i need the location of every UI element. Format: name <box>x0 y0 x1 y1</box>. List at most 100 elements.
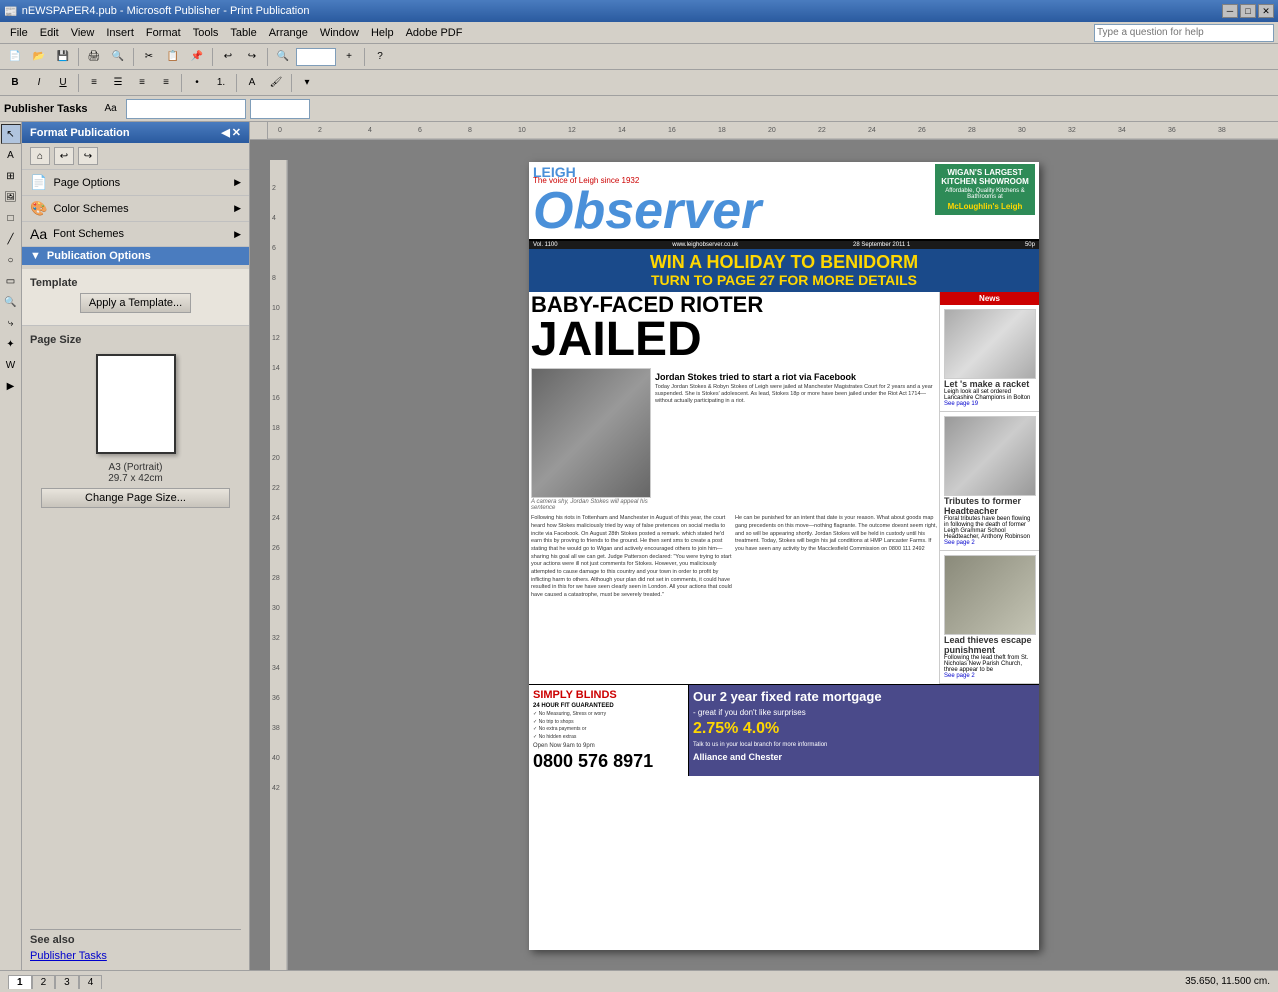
fsep4 <box>291 74 292 92</box>
see-also-section: See also Publisher Tasks <box>22 921 249 970</box>
svg-text:34: 34 <box>1118 127 1126 134</box>
align-left-btn[interactable]: ≡ <box>83 73 105 93</box>
print-btn[interactable]: 🖨 <box>83 47 105 67</box>
connect-tool[interactable]: ⤷ <box>1 313 21 333</box>
maximize-button[interactable]: □ <box>1240 4 1256 18</box>
table-tool[interactable]: ⊞ <box>1 166 21 186</box>
copy-btn[interactable]: 📋 <box>162 47 184 67</box>
italic-btn[interactable]: I <box>28 73 50 93</box>
tasks-icon1[interactable]: Aa <box>100 99 122 119</box>
save-btn[interactable]: 💾 <box>52 47 74 67</box>
svg-text:6: 6 <box>418 127 422 134</box>
color-schemes-arrow: ▶ <box>234 203 241 214</box>
svg-text:26: 26 <box>272 545 280 552</box>
svg-text:0: 0 <box>278 127 282 134</box>
font-schemes-item[interactable]: Aa Font Schemes ▶ <box>22 222 249 247</box>
menu-help[interactable]: Help <box>365 25 400 41</box>
zoom-input[interactable]: 48% <box>296 48 336 66</box>
menu-format[interactable]: Format <box>140 25 187 41</box>
more-tools[interactable]: ▶ <box>1 376 21 396</box>
font-schemes-icon: Aa <box>30 226 47 242</box>
bold-btn[interactable]: B <box>4 73 26 93</box>
menu-adobe[interactable]: Adobe PDF <box>400 25 469 41</box>
publisher-tasks-link[interactable]: Publisher Tasks <box>30 950 107 962</box>
menu-window[interactable]: Window <box>314 25 365 41</box>
custom-shape-tool[interactable]: ✦ <box>1 334 21 354</box>
ruler-corner <box>250 122 268 140</box>
np-story1-see: See page 19 <box>944 401 1035 407</box>
menu-file[interactable]: File <box>4 25 34 41</box>
menu-table[interactable]: Table <box>224 25 262 41</box>
panel-back-btn[interactable]: ↩ <box>54 147 74 165</box>
panel-header-btns[interactable]: ◀ ✕ <box>221 126 241 139</box>
page-tab-2[interactable]: 2 <box>32 975 56 989</box>
change-page-size-btn[interactable]: Change Page Size... <box>41 488 231 508</box>
shape-tool[interactable]: □ <box>1 208 21 228</box>
cut-btn[interactable]: ✂ <box>138 47 160 67</box>
svg-text:4: 4 <box>368 127 372 134</box>
font-family-dropdown[interactable] <box>126 99 246 119</box>
preview-btn[interactable]: 🔍 <box>107 47 129 67</box>
color-schemes-item[interactable]: 🎨 Color Schemes ▶ <box>22 196 249 222</box>
oval-tool[interactable]: ○ <box>1 250 21 270</box>
page-options-icon: 📄 <box>30 174 47 191</box>
np-main-left: BABY-FACED RIOTER JAILED A camera shy, J… <box>529 292 939 684</box>
fill-btn[interactable]: 🖌 <box>265 73 287 93</box>
bullets-btn[interactable]: • <box>186 73 208 93</box>
np-story1-text: Leigh look all set ordered Lancashire Ch… <box>944 389 1035 401</box>
apply-template-btn[interactable]: Apply a Template... <box>80 293 191 313</box>
page-options-item[interactable]: 📄 Page Options ▶ <box>22 170 249 196</box>
font-size-dropdown[interactable] <box>250 99 310 119</box>
panel-close-btn[interactable]: ✕ <box>232 126 241 139</box>
page-tab-3[interactable]: 3 <box>55 975 79 989</box>
np-ad1-items: ✓ No Measuring, Stress or worry ✓ No tri… <box>533 711 684 741</box>
justify-btn[interactable]: ≡ <box>155 73 177 93</box>
minimize-button[interactable]: ─ <box>1222 4 1238 18</box>
paste-btn[interactable]: 📌 <box>186 47 208 67</box>
text-tool[interactable]: A <box>1 145 21 165</box>
zoom-tool[interactable]: 🔍 <box>1 292 21 312</box>
align-right-btn[interactable]: ≡ <box>131 73 153 93</box>
align-center-btn[interactable]: ☰ <box>107 73 129 93</box>
page-tab-4[interactable]: 4 <box>79 975 103 989</box>
panel-forward-btn[interactable]: ↪ <box>78 147 98 165</box>
help-search-input[interactable] <box>1094 24 1274 42</box>
new-btn[interactable]: 📄 <box>4 47 26 67</box>
more-btn[interactable]: ▾ <box>296 73 318 93</box>
wordart-tool[interactable]: W <box>1 355 21 375</box>
page-size-label: Page Size <box>30 334 241 346</box>
panel-home-btn[interactable]: ⌂ <box>30 147 50 165</box>
panel-nav-back[interactable]: ◀ <box>221 126 229 139</box>
zoom-in-btn[interactable]: + <box>338 47 360 67</box>
rect-tool[interactable]: ▭ <box>1 271 21 291</box>
page-tab-1[interactable]: 1 <box>8 975 32 989</box>
open-btn[interactable]: 📂 <box>28 47 50 67</box>
undo-btn[interactable]: ↩ <box>217 47 239 67</box>
publication-options-icon: ▼ <box>30 250 41 262</box>
numbering-btn[interactable]: 1. <box>210 73 232 93</box>
close-button[interactable]: ✕ <box>1258 4 1274 18</box>
picture-tool[interactable]: 🖼 <box>1 187 21 207</box>
font-schemes-label: Font Schemes <box>53 228 124 240</box>
canvas-area[interactable]: 0 2 4 6 8 10 12 14 16 18 20 22 24 26 28 … <box>250 122 1278 970</box>
menu-insert[interactable]: Insert <box>100 25 140 41</box>
redo-btn[interactable]: ↪ <box>241 47 263 67</box>
publication-options-label: Publication Options <box>47 250 151 262</box>
publication-options-header[interactable]: ▼ Publication Options <box>22 247 249 265</box>
line-tool[interactable]: ╱ <box>1 229 21 249</box>
menu-arrange[interactable]: Arrange <box>263 25 314 41</box>
menu-view[interactable]: View <box>65 25 101 41</box>
svg-text:40: 40 <box>272 755 280 762</box>
title-bar-controls[interactable]: ─ □ ✕ <box>1222 4 1274 18</box>
svg-text:36: 36 <box>1168 127 1176 134</box>
font-color-btn[interactable]: A <box>241 73 263 93</box>
pointer-tool[interactable]: ↖ <box>1 124 21 144</box>
svg-text:14: 14 <box>618 127 626 134</box>
zoom-out-btn[interactable]: 🔍 <box>272 47 294 67</box>
menu-edit[interactable]: Edit <box>34 25 65 41</box>
np-ad2-subtext: - great if you don't like surprises <box>693 708 1035 717</box>
help-btn[interactable]: ? <box>369 47 391 67</box>
menu-tools[interactable]: Tools <box>187 25 225 41</box>
np-banner-line2: TURN TO PAGE 27 FOR MORE DETAILS <box>533 273 1035 288</box>
underline-btn[interactable]: U <box>52 73 74 93</box>
